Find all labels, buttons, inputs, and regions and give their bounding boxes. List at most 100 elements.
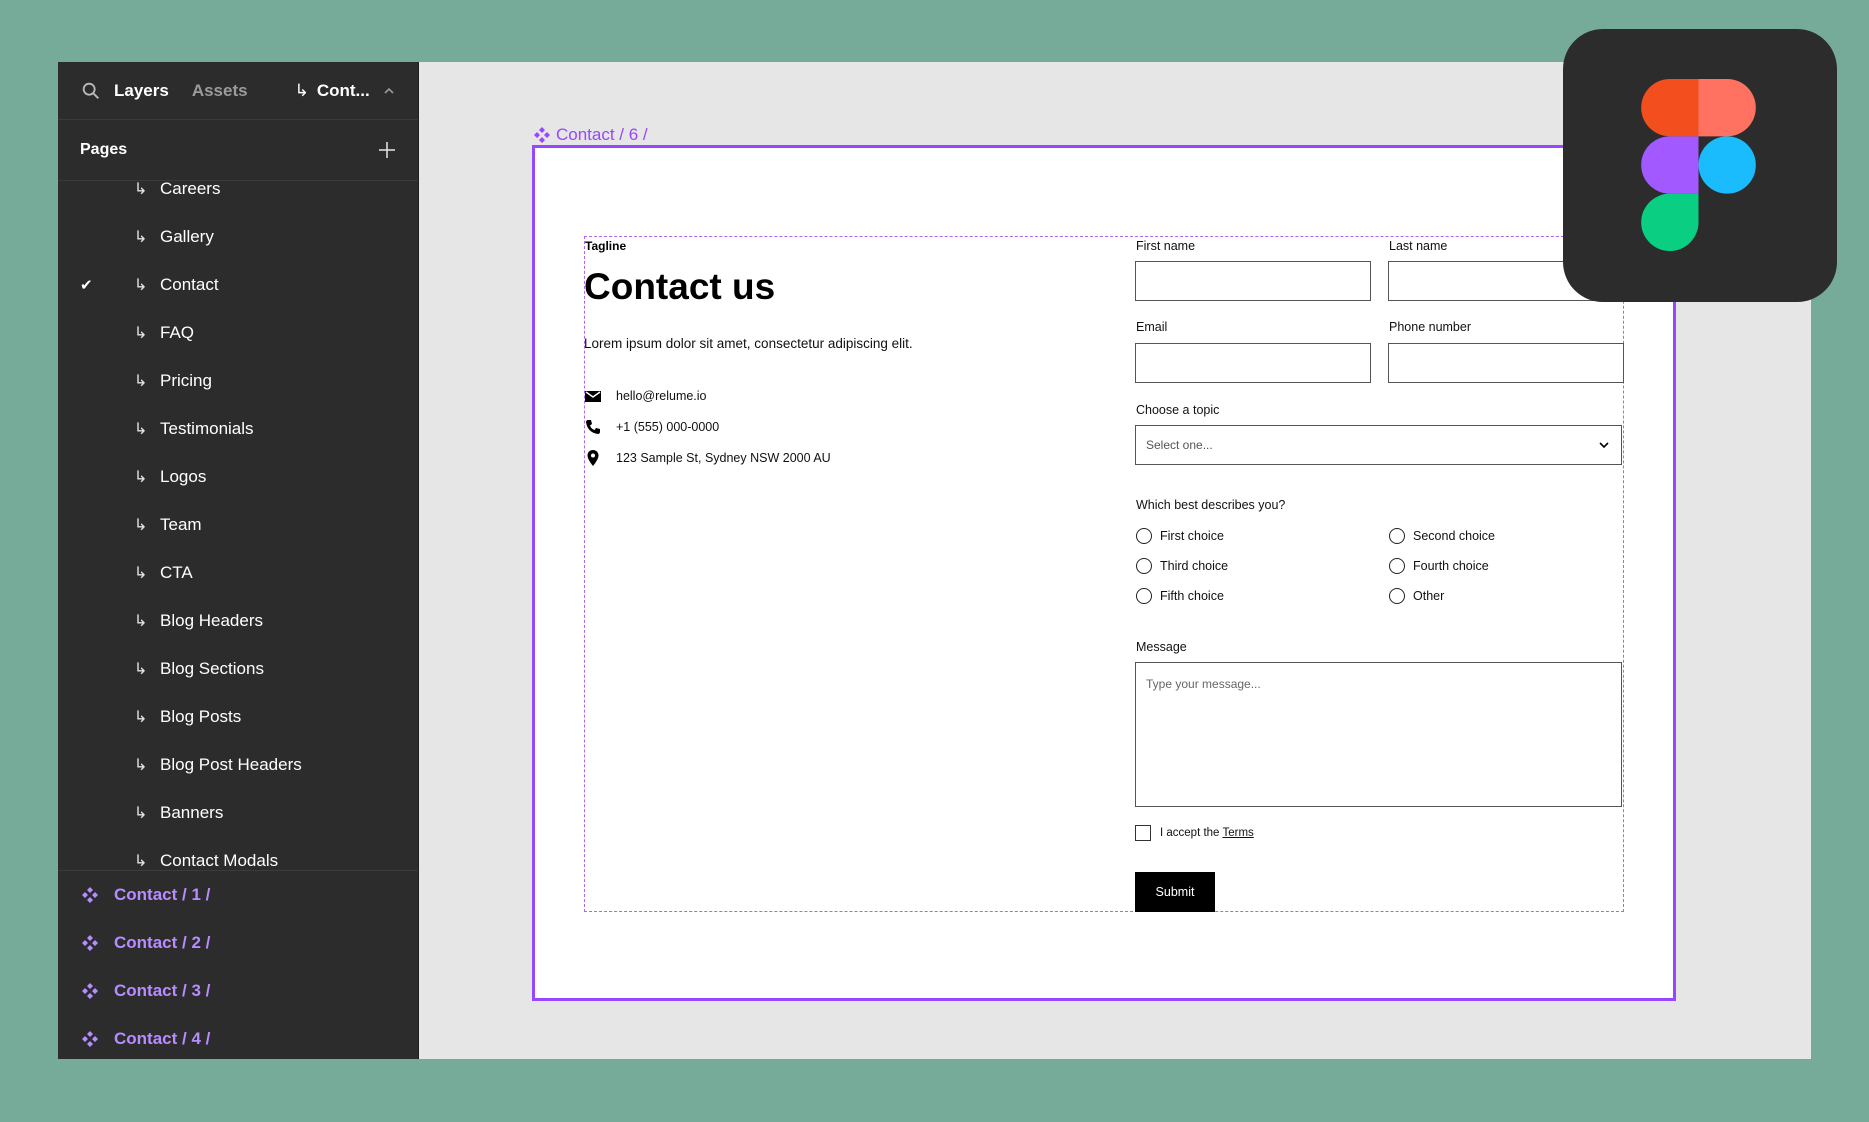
subpage-arrow-icon: ↳ <box>134 805 148 822</box>
radio-second-choice[interactable]: Second choice <box>1389 528 1495 544</box>
page-item-label: Blog Sections <box>160 659 264 678</box>
terms-link[interactable]: Terms <box>1222 827 1253 839</box>
page-item-label: Logos <box>160 467 207 486</box>
add-page-icon[interactable] <box>378 141 396 159</box>
message-label: Message <box>1136 640 1187 654</box>
page-item-label: Contact <box>160 275 219 294</box>
subpage-arrow-icon: ↳ <box>294 80 309 100</box>
address-text: 123 Sample St, Sydney NSW 2000 AU <box>616 451 831 465</box>
pages-header: Pages <box>58 120 418 181</box>
layer-item-label: Contact / 3 / <box>114 981 211 1000</box>
first-name-input[interactable] <box>1135 261 1371 301</box>
page-item-blog-post-headers[interactable]: ↳ Blog Post Headers <box>58 741 418 789</box>
topic-select[interactable]: Select one... <box>1135 425 1622 465</box>
subpage-arrow-icon: ↳ <box>134 757 148 774</box>
subpage-arrow-icon: ↳ <box>134 517 148 534</box>
page-item-team[interactable]: ↳ Team <box>58 501 418 549</box>
subpage-arrow-icon: ↳ <box>134 229 148 246</box>
layer-item-contact-2[interactable]: Contact / 2 / <box>58 919 418 967</box>
radio-fifth-choice[interactable]: Fifth choice <box>1136 588 1224 604</box>
phone-text: +1 (555) 000-0000 <box>616 420 720 434</box>
contact-address: 123 Sample St, Sydney NSW 2000 AU <box>585 450 831 466</box>
page-item-label: Blog Headers <box>160 611 264 630</box>
describe-label: Which best describes you? <box>1136 498 1286 512</box>
page-item-faq[interactable]: ↳ FAQ <box>58 309 418 357</box>
sidebar-toolbar: Layers Assets ↳ Cont... <box>58 62 418 120</box>
page-item-logos[interactable]: ↳ Logos <box>58 453 418 501</box>
pages-list: ↳ Careers ↳ Gallery ✔ ↳ Contact ↳ FAQ ↳ Pricin… <box>58 181 418 871</box>
frame-label[interactable]: Contact / 6 / <box>534 125 648 145</box>
page-item-blog-posts[interactable]: ↳ Blog Posts <box>58 693 418 741</box>
page-item-label: CTA <box>160 563 193 582</box>
accept-text: I accept the <box>1160 827 1220 839</box>
tab-layers[interactable]: Layers <box>114 81 169 101</box>
radio-label: Second choice <box>1413 529 1496 543</box>
tab-assets[interactable]: Assets <box>192 81 248 101</box>
page-title: Contact us <box>584 266 776 307</box>
layer-item-label: Contact / 2 / <box>114 933 211 952</box>
layer-item-contact-3[interactable]: Contact / 3 / <box>58 967 418 1015</box>
phone-input[interactable] <box>1388 343 1624 383</box>
page-item-blog-headers[interactable]: ↳ Blog Headers <box>58 597 418 645</box>
page-item-label: Testimonials <box>160 419 254 438</box>
page-item-label: Team <box>160 515 202 534</box>
page-item-careers[interactable]: ↳ Careers <box>58 181 418 213</box>
layer-item-label: Contact / 1 / <box>114 885 211 904</box>
current-page-label: Cont... <box>316 80 370 100</box>
pages-title: Pages <box>80 141 128 158</box>
tagline: Tagline <box>585 239 627 253</box>
layer-item-contact-1[interactable]: Contact / 1 / <box>58 871 418 919</box>
contact-phone: +1 (555) 000-0000 <box>585 419 719 435</box>
first-name-label: First name <box>1136 239 1196 253</box>
page-item-label: Pricing <box>160 371 212 390</box>
accept-terms-checkbox[interactable]: I accept the Terms <box>1135 825 1254 841</box>
last-name-label: Last name <box>1389 239 1448 253</box>
radio-fourth-choice[interactable]: Fourth choice <box>1389 558 1489 574</box>
current-page-switcher[interactable]: ↳ Cont... <box>295 81 396 101</box>
topic-select-value: Select one... <box>1146 438 1213 452</box>
subpage-arrow-icon: ↳ <box>134 613 148 630</box>
radio-label: Other <box>1413 589 1445 603</box>
email-input[interactable] <box>1135 343 1371 383</box>
page-item-label: Gallery <box>160 227 214 246</box>
subpage-arrow-icon: ↳ <box>134 853 148 870</box>
radio-circle <box>1389 558 1405 574</box>
page-item-label: Contact Modals <box>160 851 279 870</box>
subpage-arrow-icon: ↳ <box>134 277 148 294</box>
figma-logo-tile <box>1563 29 1837 302</box>
page-item-label: Careers <box>160 181 221 198</box>
page-item-blog-sections[interactable]: ↳ Blog Sections <box>58 645 418 693</box>
layer-item-label: Contact / 4 / <box>114 1029 211 1048</box>
chevron-down-icon <box>1599 442 1609 449</box>
page-item-banners[interactable]: ↳ Banners <box>58 789 418 837</box>
email-label: Email <box>1136 320 1168 334</box>
mail-icon <box>585 391 601 402</box>
message-textarea[interactable]: Type your message... <box>1135 662 1622 807</box>
component-icon <box>82 935 98 951</box>
subpage-arrow-icon: ↳ <box>134 181 148 198</box>
subpage-arrow-icon: ↳ <box>134 709 148 726</box>
radio-first-choice[interactable]: First choice <box>1136 528 1224 544</box>
radio-other[interactable]: Other <box>1389 588 1444 604</box>
layer-item-contact-4[interactable]: Contact / 4 / <box>58 1015 418 1059</box>
subpage-arrow-icon: ↳ <box>134 565 148 582</box>
layers-sidebar: Layers Assets ↳ Cont... Pages ↳ Careers ↳… <box>58 62 419 1059</box>
page-item-label: Banners <box>160 803 224 822</box>
radio-label: Third choice <box>1160 559 1229 573</box>
radio-circle <box>1136 528 1152 544</box>
submit-button[interactable]: Submit <box>1135 872 1215 912</box>
search-icon[interactable] <box>80 80 102 102</box>
radio-circle <box>1389 528 1405 544</box>
page-item-gallery[interactable]: ↳ Gallery <box>58 213 418 261</box>
page-item-contact[interactable]: ✔ ↳ Contact <box>58 261 418 309</box>
radio-third-choice[interactable]: Third choice <box>1136 558 1228 574</box>
phone-icon <box>586 420 600 434</box>
radio-circle <box>1136 558 1152 574</box>
page-item-pricing[interactable]: ↳ Pricing <box>58 357 418 405</box>
page-item-testimonials[interactable]: ↳ Testimonials <box>58 405 418 453</box>
page-item-cta[interactable]: ↳ CTA <box>58 549 418 597</box>
page-item-contact-modals[interactable]: ↳ Contact Modals <box>58 837 418 870</box>
chevron-up-icon <box>384 87 394 94</box>
checkbox-box <box>1135 825 1151 841</box>
radio-circle <box>1136 588 1152 604</box>
